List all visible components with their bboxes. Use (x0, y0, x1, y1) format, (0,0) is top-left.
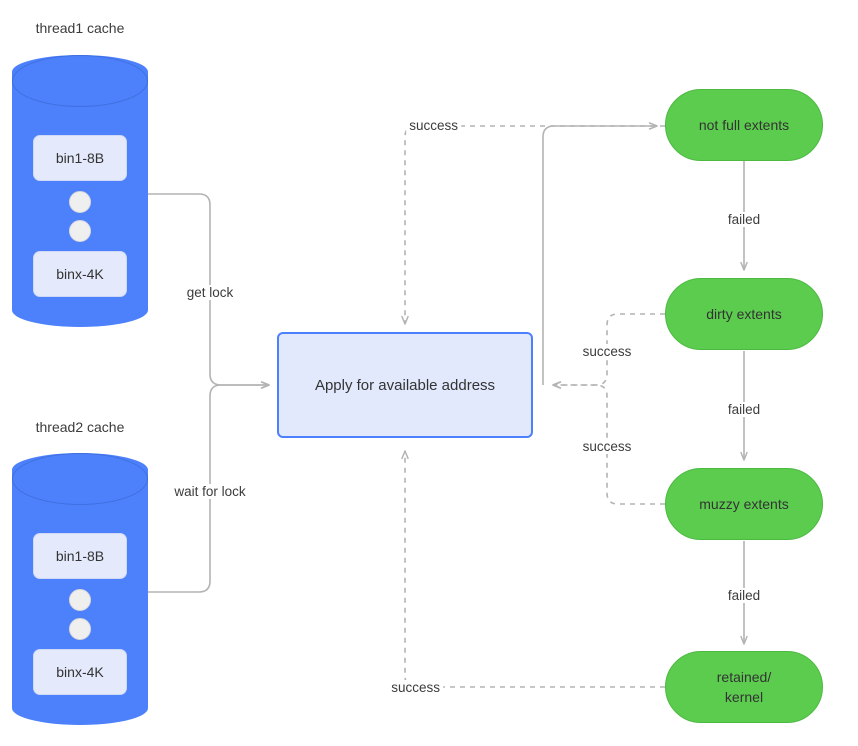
state-node-dirty-extents[interactable]: dirty extents (665, 278, 823, 350)
state-node-not-full-extents[interactable]: not full extents (665, 89, 823, 161)
thread2-cache-caption: thread2 cache (35, 419, 125, 435)
ellipsis-dot (69, 589, 91, 611)
edge-not-full-success (401, 125, 665, 325)
edge-label-failed-muzzy-to-retained: failed (724, 588, 764, 603)
edge-retained-success (401, 450, 665, 688)
thread1-cache-caption: thread1 cache (35, 20, 125, 36)
edge-label-get-lock: get lock (183, 285, 237, 300)
ellipsis-dot (69, 191, 91, 213)
bin-box-thread2-1[interactable]: binx-4K (33, 649, 127, 695)
cylinder-top-ellipse (12, 55, 148, 107)
state-node-retained-kernel-line1: retained/ (716, 668, 772, 685)
edge-label-success-retained: success (388, 680, 443, 695)
edge-label-success-not-full: success (406, 118, 461, 133)
state-node-retained-kernel-line2: kernel (724, 689, 764, 705)
ellipsis-dot (69, 618, 91, 640)
cylinder-top-ellipse (12, 453, 148, 505)
bin-box-thread1-0[interactable]: bin1-8B (33, 135, 127, 181)
edge-label-failed-dirty-to-muzzy: failed (724, 402, 764, 417)
apply-for-available-address-node[interactable]: Apply for available address (277, 332, 533, 438)
ellipsis-dot (69, 220, 91, 242)
state-node-retained-kernel[interactable]: retained/ kernel (665, 651, 823, 723)
thread2-cache[interactable]: bin1-8B binx-4K (12, 453, 148, 725)
edge-label-failed-not-full-to-dirty: failed (724, 212, 764, 227)
state-node-muzzy-extents[interactable]: muzzy extents (665, 468, 823, 540)
edge-label-success-dirty: success (579, 344, 635, 359)
bin-box-thread1-1[interactable]: binx-4K (33, 251, 127, 297)
thread1-cache[interactable]: bin1-8B binx-4K (12, 55, 148, 327)
bin-box-thread2-0[interactable]: bin1-8B (33, 533, 127, 579)
edge-label-success-muzzy: success (579, 439, 635, 454)
diagram-canvas: bin1-8B binx-4K thread1 cache bin1-8B bi… (0, 0, 858, 746)
edge-label-wait-for-lock: wait for lock (171, 484, 249, 499)
